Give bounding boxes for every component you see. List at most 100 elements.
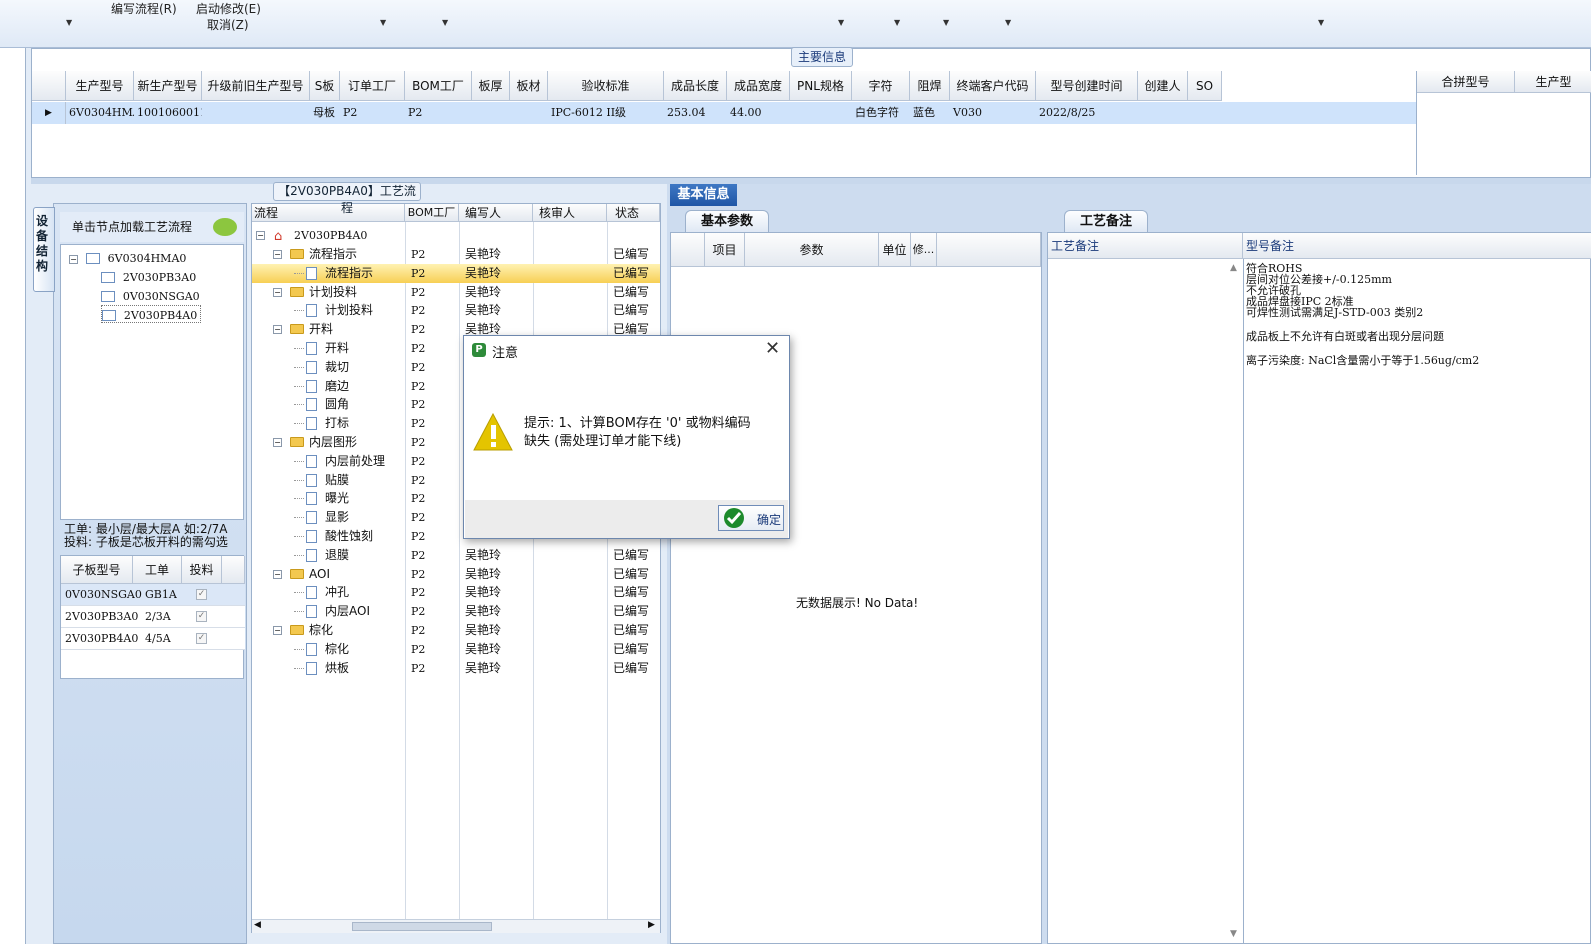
table-cell[interactable]: 蓝色: [910, 102, 950, 124]
table-cell[interactable]: P2: [340, 102, 405, 124]
scroll-thumb[interactable]: [352, 922, 492, 931]
flow-row[interactable]: − 棕化 P2 吴艳玲 已编写: [252, 621, 660, 640]
col-work-order[interactable]: 工单: [133, 556, 182, 584]
col-unit[interactable]: 单位: [879, 233, 911, 267]
col-production-model[interactable]: 生产型: [1515, 71, 1591, 93]
table-cell[interactable]: IPC-6012 II级: [548, 102, 664, 124]
col-process-remark[interactable]: 工艺备注: [1048, 233, 1243, 259]
col-header[interactable]: S板: [310, 71, 340, 101]
table-cell[interactable]: [1138, 102, 1188, 124]
col-status[interactable]: 状态: [607, 204, 660, 222]
table-row[interactable]: 2V030PB3A0 2/3A ✓: [61, 606, 245, 628]
table-row[interactable]: 0V030NSGA0 GB1A ✓: [61, 584, 245, 606]
col-header[interactable]: 型号创建时间: [1036, 71, 1138, 101]
flow-row[interactable]: 烘板 P2 吴艳玲 已编写: [252, 659, 660, 678]
col-header[interactable]: 板厚: [472, 71, 510, 101]
table-cell[interactable]: V030: [950, 102, 1036, 124]
flow-row[interactable]: 棕化 P2 吴艳玲 已编写: [252, 640, 660, 659]
flow-row[interactable]: 退膜 P2 吴艳玲 已编写: [252, 546, 660, 565]
table-cell[interactable]: 44.00: [727, 102, 790, 124]
col-header[interactable]: SO: [1188, 71, 1222, 101]
col-modify[interactable]: 修...: [911, 233, 937, 267]
dropdown-arrow-icon[interactable]: ▼: [66, 18, 72, 27]
col-header[interactable]: PNL规格: [790, 71, 852, 101]
tab-process-remark[interactable]: 工艺备注: [1064, 210, 1148, 232]
flow-row[interactable]: 冲孔 P2 吴艳玲 已编写: [252, 583, 660, 602]
table-row[interactable]: 2V030PB4A0 4/5A ✓: [61, 628, 245, 650]
tree-root-node[interactable]: − 6V0304HMA0: [69, 249, 186, 267]
flow-row[interactable]: 流程指示 P2 吴艳玲 已编写: [252, 263, 660, 283]
col-header[interactable]: 板材: [510, 71, 548, 101]
menu-start-modify[interactable]: 启动修改(E): [196, 0, 261, 17]
tab-basic-info[interactable]: 基本信息: [670, 184, 737, 206]
tree-node-selected[interactable]: 2V030PB4A0: [101, 305, 202, 323]
dropdown-arrow-icon[interactable]: ▼: [1318, 18, 1324, 27]
table-row[interactable]: ▶ 6V0304HMA010010600111015母板P2P2IPC-6012…: [32, 102, 1416, 124]
flow-row[interactable]: − AOI P2 吴艳玲 已编写: [252, 565, 660, 584]
col-header[interactable]: BOM工厂: [405, 71, 472, 101]
close-icon[interactable]: ✕: [765, 338, 780, 359]
collapse-icon[interactable]: −: [69, 255, 78, 264]
col-header[interactable]: 生产型号: [66, 71, 134, 101]
table-cell[interactable]: [510, 102, 548, 124]
table-cell[interactable]: [202, 102, 310, 124]
col-header[interactable]: 阻焊: [910, 71, 950, 101]
dropdown-arrow-icon[interactable]: ▼: [1005, 18, 1011, 27]
collapse-icon[interactable]: −: [256, 231, 265, 240]
dropdown-arrow-icon[interactable]: ▼: [380, 18, 386, 27]
collapse-icon[interactable]: −: [273, 250, 282, 259]
flow-row[interactable]: 内层AOI P2 吴艳玲 已编写: [252, 602, 660, 621]
table-cell[interactable]: 10010600111015: [134, 102, 202, 124]
col-writer[interactable]: 编写人: [459, 204, 533, 222]
col-header[interactable]: 升级前旧生产型号: [202, 71, 310, 101]
feeding-checkbox[interactable]: ✓: [196, 633, 207, 644]
col-header[interactable]: 字符: [852, 71, 910, 101]
scroll-up-icon[interactable]: ▲: [1230, 263, 1237, 273]
col-header[interactable]: 创建人: [1138, 71, 1188, 101]
scroll-right-icon[interactable]: ▶: [648, 920, 655, 930]
col-model-remark[interactable]: 型号备注: [1243, 233, 1591, 259]
col-header[interactable]: 成品宽度: [727, 71, 790, 101]
col-header[interactable]: 成品长度: [664, 71, 727, 101]
flow-row[interactable]: − 流程指示 P2 吴艳玲 已编写: [252, 245, 660, 264]
collapse-icon[interactable]: −: [273, 287, 282, 297]
col-merge-model[interactable]: 合拼型号: [1417, 71, 1515, 93]
ok-button[interactable]: 确定: [718, 505, 784, 531]
tab-basic-params[interactable]: 基本参数: [685, 210, 769, 232]
dropdown-arrow-icon[interactable]: ▼: [838, 18, 844, 27]
col-header[interactable]: 终端客户代码: [950, 71, 1036, 101]
table-cell[interactable]: [472, 102, 510, 124]
table-cell[interactable]: [1188, 102, 1222, 124]
feeding-checkbox[interactable]: ✓: [196, 611, 207, 622]
col-sub-model[interactable]: 子板型号: [61, 556, 133, 584]
table-cell[interactable]: [790, 102, 852, 124]
flow-row[interactable]: − 计划投料 P2 吴艳玲 已编写: [252, 283, 660, 302]
collapse-icon[interactable]: −: [273, 569, 282, 579]
table-cell[interactable]: 253.04: [664, 102, 727, 124]
table-cell[interactable]: 母板: [310, 102, 340, 124]
col-reviewer[interactable]: 核审人: [533, 204, 607, 222]
table-cell[interactable]: 2022/8/25: [1036, 102, 1138, 124]
dropdown-arrow-icon[interactable]: ▼: [894, 18, 900, 27]
table-cell[interactable]: 白色字符: [852, 102, 910, 124]
horizontal-scrollbar[interactable]: ◀ ▶: [252, 919, 660, 933]
col-header[interactable]: 订单工厂: [340, 71, 405, 101]
collapse-icon[interactable]: −: [273, 438, 282, 447]
table-cell[interactable]: 6V0304HMA0: [66, 102, 134, 124]
menu-cancel[interactable]: 取消(Z): [207, 16, 249, 33]
col-flow[interactable]: 流程: [252, 204, 405, 222]
col-param[interactable]: 参数: [745, 233, 879, 267]
col-bom-factory[interactable]: BOM工厂: [405, 204, 459, 222]
tree-node[interactable]: 2V030PB3A0: [101, 268, 196, 286]
collapse-icon[interactable]: −: [273, 626, 282, 635]
col-feeding[interactable]: 投料: [182, 556, 222, 584]
menu-write-flow[interactable]: 编写流程(R): [111, 0, 177, 17]
tree-node[interactable]: 0V030NSGA0: [101, 287, 200, 305]
col-header[interactable]: 新生产型号: [134, 71, 202, 101]
col-header[interactable]: 验收标准: [548, 71, 664, 101]
col-item[interactable]: 项目: [705, 233, 745, 267]
dropdown-arrow-icon[interactable]: ▼: [442, 18, 448, 27]
feeding-checkbox[interactable]: ✓: [196, 589, 207, 600]
scroll-down-icon[interactable]: ▼: [1230, 929, 1237, 939]
flow-root-row[interactable]: − ⌂ 2V030PB4A0: [252, 226, 660, 245]
